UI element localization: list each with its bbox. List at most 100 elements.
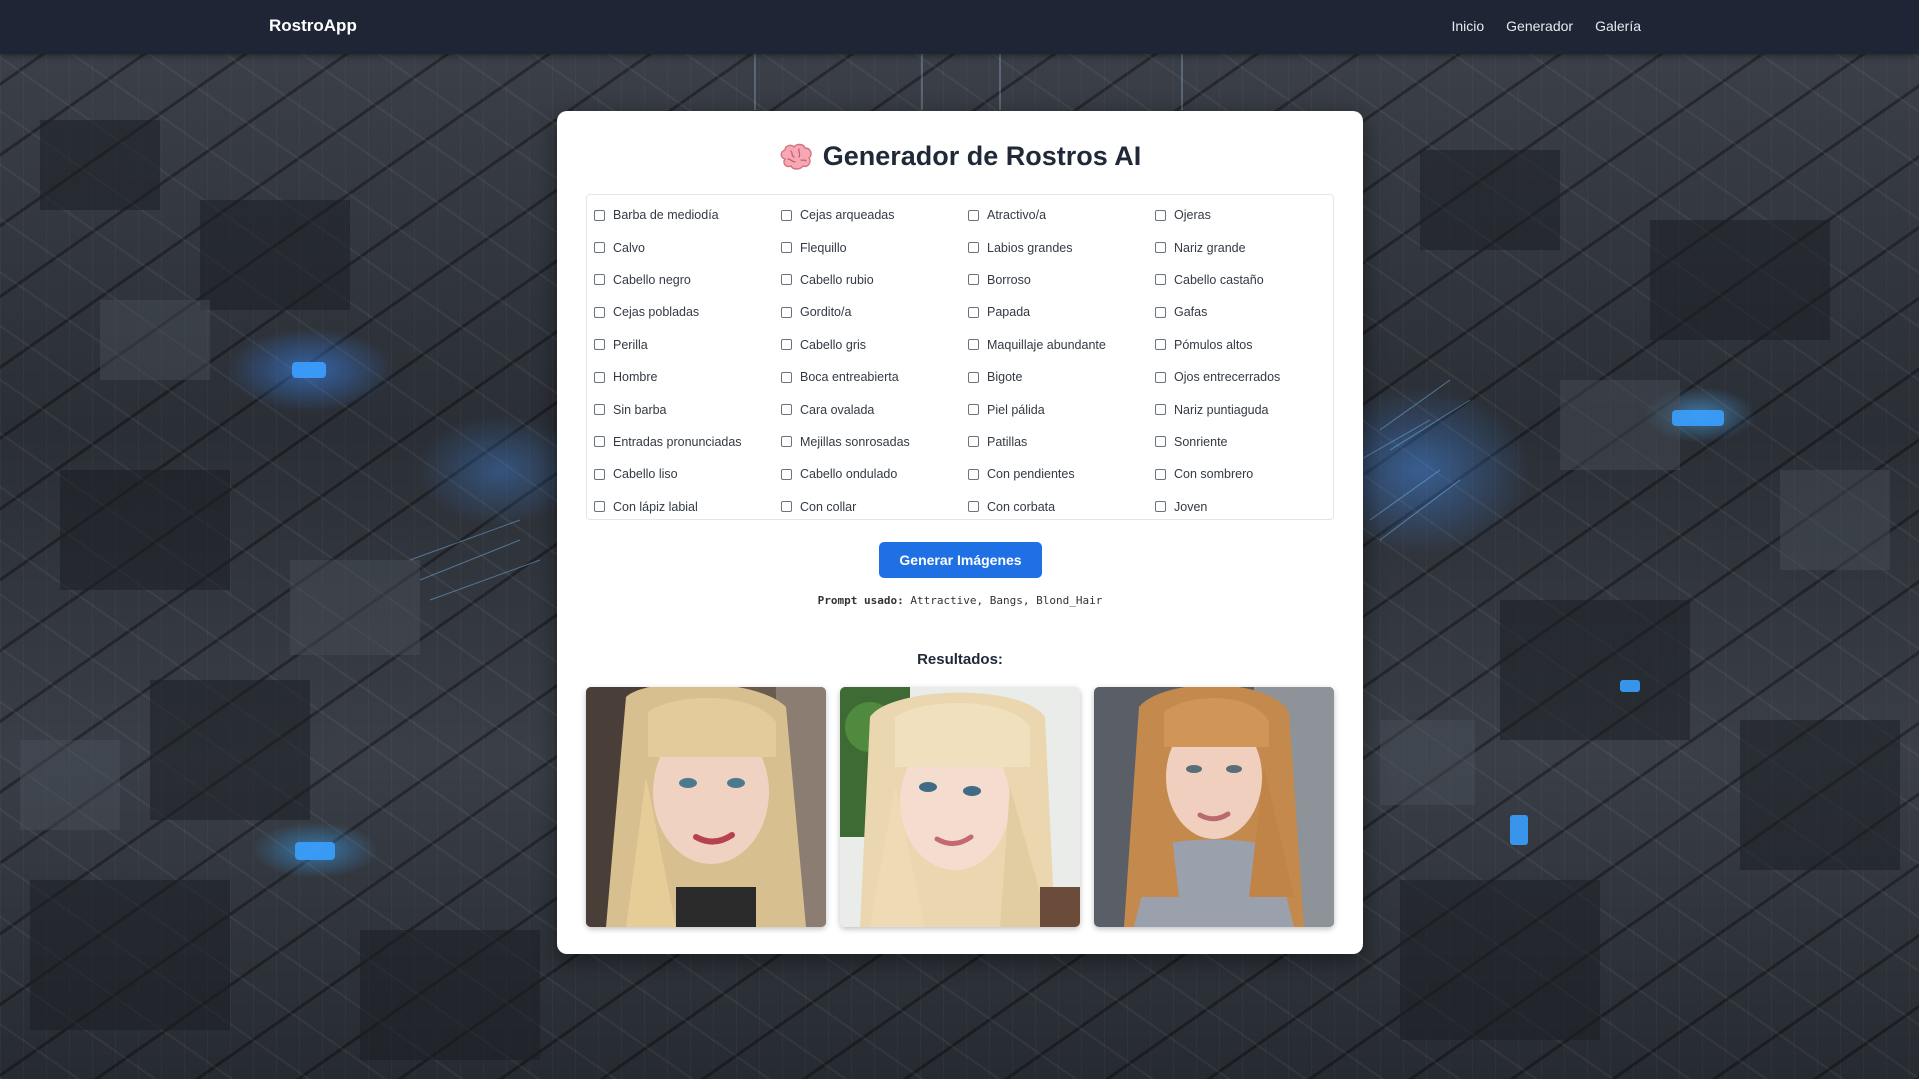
attribute-checkbox[interactable] bbox=[1155, 404, 1166, 416]
attribute-option[interactable]: Gordito/a bbox=[774, 296, 961, 328]
attribute-option[interactable]: Cabello ondulado bbox=[774, 458, 961, 490]
attribute-label: Nariz grande bbox=[1174, 240, 1246, 255]
attribute-checkbox[interactable] bbox=[594, 371, 605, 383]
attribute-checkbox[interactable] bbox=[594, 501, 605, 513]
attribute-option[interactable]: Maquillaje abundante bbox=[961, 329, 1148, 361]
attribute-checkbox[interactable] bbox=[1155, 436, 1166, 448]
attribute-checkbox[interactable] bbox=[968, 404, 979, 416]
attribute-checkbox[interactable] bbox=[781, 339, 792, 351]
attribute-checkbox[interactable] bbox=[968, 371, 979, 383]
attribute-option[interactable]: Con corbata bbox=[961, 491, 1148, 523]
attribute-checkbox[interactable] bbox=[781, 371, 792, 383]
attribute-checkbox[interactable] bbox=[781, 501, 792, 513]
attribute-option[interactable]: Flequillo bbox=[774, 231, 961, 263]
attribute-option[interactable]: Patillas bbox=[961, 426, 1148, 458]
attribute-checkbox[interactable] bbox=[968, 274, 979, 286]
attribute-option[interactable]: Barba de mediodía bbox=[587, 199, 774, 231]
attribute-checkbox[interactable] bbox=[1155, 339, 1166, 351]
attribute-option[interactable]: Labios grandes bbox=[961, 231, 1148, 263]
nav-link-inicio[interactable]: Inicio bbox=[1451, 18, 1484, 34]
attribute-label: Entradas pronunciadas bbox=[613, 434, 742, 449]
results-title: Resultados: bbox=[917, 651, 1003, 668]
attribute-option[interactable]: Calvo bbox=[587, 231, 774, 263]
attribute-option[interactable]: Gafas bbox=[1148, 296, 1335, 328]
attribute-label: Borroso bbox=[987, 272, 1031, 287]
attribute-checkbox[interactable] bbox=[594, 242, 605, 254]
attribute-checkbox[interactable] bbox=[1155, 274, 1166, 286]
result-image-3[interactable] bbox=[1094, 687, 1334, 927]
attribute-option[interactable]: Cabello castaño bbox=[1148, 264, 1335, 296]
attribute-checkbox[interactable] bbox=[1155, 242, 1166, 254]
attribute-checkbox[interactable] bbox=[1155, 501, 1166, 513]
result-image-1[interactable] bbox=[586, 687, 826, 927]
attribute-checkbox[interactable] bbox=[594, 468, 605, 480]
attribute-checkbox[interactable] bbox=[968, 209, 979, 221]
attribute-checkbox[interactable] bbox=[781, 436, 792, 448]
attribute-checkbox[interactable] bbox=[594, 274, 605, 286]
attribute-checkbox[interactable] bbox=[594, 404, 605, 416]
attribute-checkbox[interactable] bbox=[968, 242, 979, 254]
attribute-option[interactable]: Nariz grande bbox=[1148, 231, 1335, 263]
attribute-checkbox[interactable] bbox=[968, 436, 979, 448]
attribute-checkbox[interactable] bbox=[594, 339, 605, 351]
attribute-option[interactable]: Cabello rubio bbox=[774, 264, 961, 296]
attribute-option[interactable]: Cabello liso bbox=[587, 458, 774, 490]
attribute-checkbox[interactable] bbox=[1155, 209, 1166, 221]
attribute-option[interactable]: Sonriente bbox=[1148, 426, 1335, 458]
attribute-checkbox[interactable] bbox=[781, 468, 792, 480]
attribute-option[interactable]: Con collar bbox=[774, 491, 961, 523]
attribute-option[interactable]: Piel pálida bbox=[961, 393, 1148, 425]
attribute-label: Con sombrero bbox=[1174, 467, 1254, 482]
attribute-option[interactable]: Pómulos altos bbox=[1148, 329, 1335, 361]
attribute-option[interactable]: Con sombrero bbox=[1148, 458, 1335, 490]
attribute-checkbox[interactable] bbox=[594, 306, 605, 318]
page-title: Generador de Rostros AI bbox=[557, 141, 1363, 172]
results-gallery bbox=[586, 687, 1334, 927]
attribute-checkbox[interactable] bbox=[781, 404, 792, 416]
attribute-checkbox[interactable] bbox=[1155, 468, 1166, 480]
attribute-checkbox[interactable] bbox=[781, 274, 792, 286]
attribute-checkbox[interactable] bbox=[594, 209, 605, 221]
attribute-checkbox[interactable] bbox=[1155, 371, 1166, 383]
brand-logo[interactable]: RostroApp bbox=[269, 16, 357, 36]
attribute-option[interactable]: Borroso bbox=[961, 264, 1148, 296]
attribute-option[interactable]: Cejas pobladas bbox=[587, 296, 774, 328]
attribute-option[interactable]: Hombre bbox=[587, 361, 774, 393]
generate-images-button[interactable]: Generar Imágenes bbox=[879, 542, 1042, 578]
attribute-option[interactable]: Con pendientes bbox=[961, 458, 1148, 490]
attribute-label: Cabello gris bbox=[800, 337, 867, 352]
attribute-option[interactable]: Ojos entrecerrados bbox=[1148, 361, 1335, 393]
attribute-option[interactable]: Atractivo/a bbox=[961, 199, 1148, 231]
attribute-option[interactable]: Cabello negro bbox=[587, 264, 774, 296]
attribute-option[interactable]: Nariz puntiaguda bbox=[1148, 393, 1335, 425]
attribute-option[interactable]: Papada bbox=[961, 296, 1148, 328]
attribute-option[interactable]: Ojeras bbox=[1148, 199, 1335, 231]
nav-link-generador[interactable]: Generador bbox=[1506, 18, 1573, 34]
attribute-label: Gordito/a bbox=[800, 305, 852, 320]
attribute-option[interactable]: Cejas arqueadas bbox=[774, 199, 961, 231]
attribute-option[interactable]: Con lápiz labial bbox=[587, 491, 774, 523]
attribute-checkbox[interactable] bbox=[968, 468, 979, 480]
attribute-checkbox[interactable] bbox=[781, 242, 792, 254]
attribute-option[interactable]: Perilla bbox=[587, 329, 774, 361]
attribute-label: Cejas arqueadas bbox=[800, 208, 895, 223]
attribute-option[interactable]: Mejillas sonrosadas bbox=[774, 426, 961, 458]
result-image-2[interactable] bbox=[840, 687, 1080, 927]
attribute-checkbox[interactable] bbox=[781, 209, 792, 221]
attribute-checkbox[interactable] bbox=[968, 501, 979, 513]
attribute-option[interactable]: Cara ovalada bbox=[774, 393, 961, 425]
attribute-option[interactable]: Sin barba bbox=[587, 393, 774, 425]
attribute-option[interactable]: Boca entreabierta bbox=[774, 361, 961, 393]
attribute-option[interactable]: Entradas pronunciadas bbox=[587, 426, 774, 458]
attribute-checkbox[interactable] bbox=[968, 306, 979, 318]
attribute-option[interactable]: Bigote bbox=[961, 361, 1148, 393]
attribute-label: Gafas bbox=[1174, 305, 1208, 320]
attribute-label: Con lápiz labial bbox=[613, 499, 698, 514]
attribute-checkbox[interactable] bbox=[968, 339, 979, 351]
attribute-option[interactable]: Cabello gris bbox=[774, 329, 961, 361]
attribute-checkbox[interactable] bbox=[781, 306, 792, 318]
attribute-checkbox[interactable] bbox=[1155, 306, 1166, 318]
attribute-checkbox[interactable] bbox=[594, 436, 605, 448]
nav-link-galeria[interactable]: Galería bbox=[1595, 18, 1641, 34]
attribute-option[interactable]: Joven bbox=[1148, 491, 1335, 523]
